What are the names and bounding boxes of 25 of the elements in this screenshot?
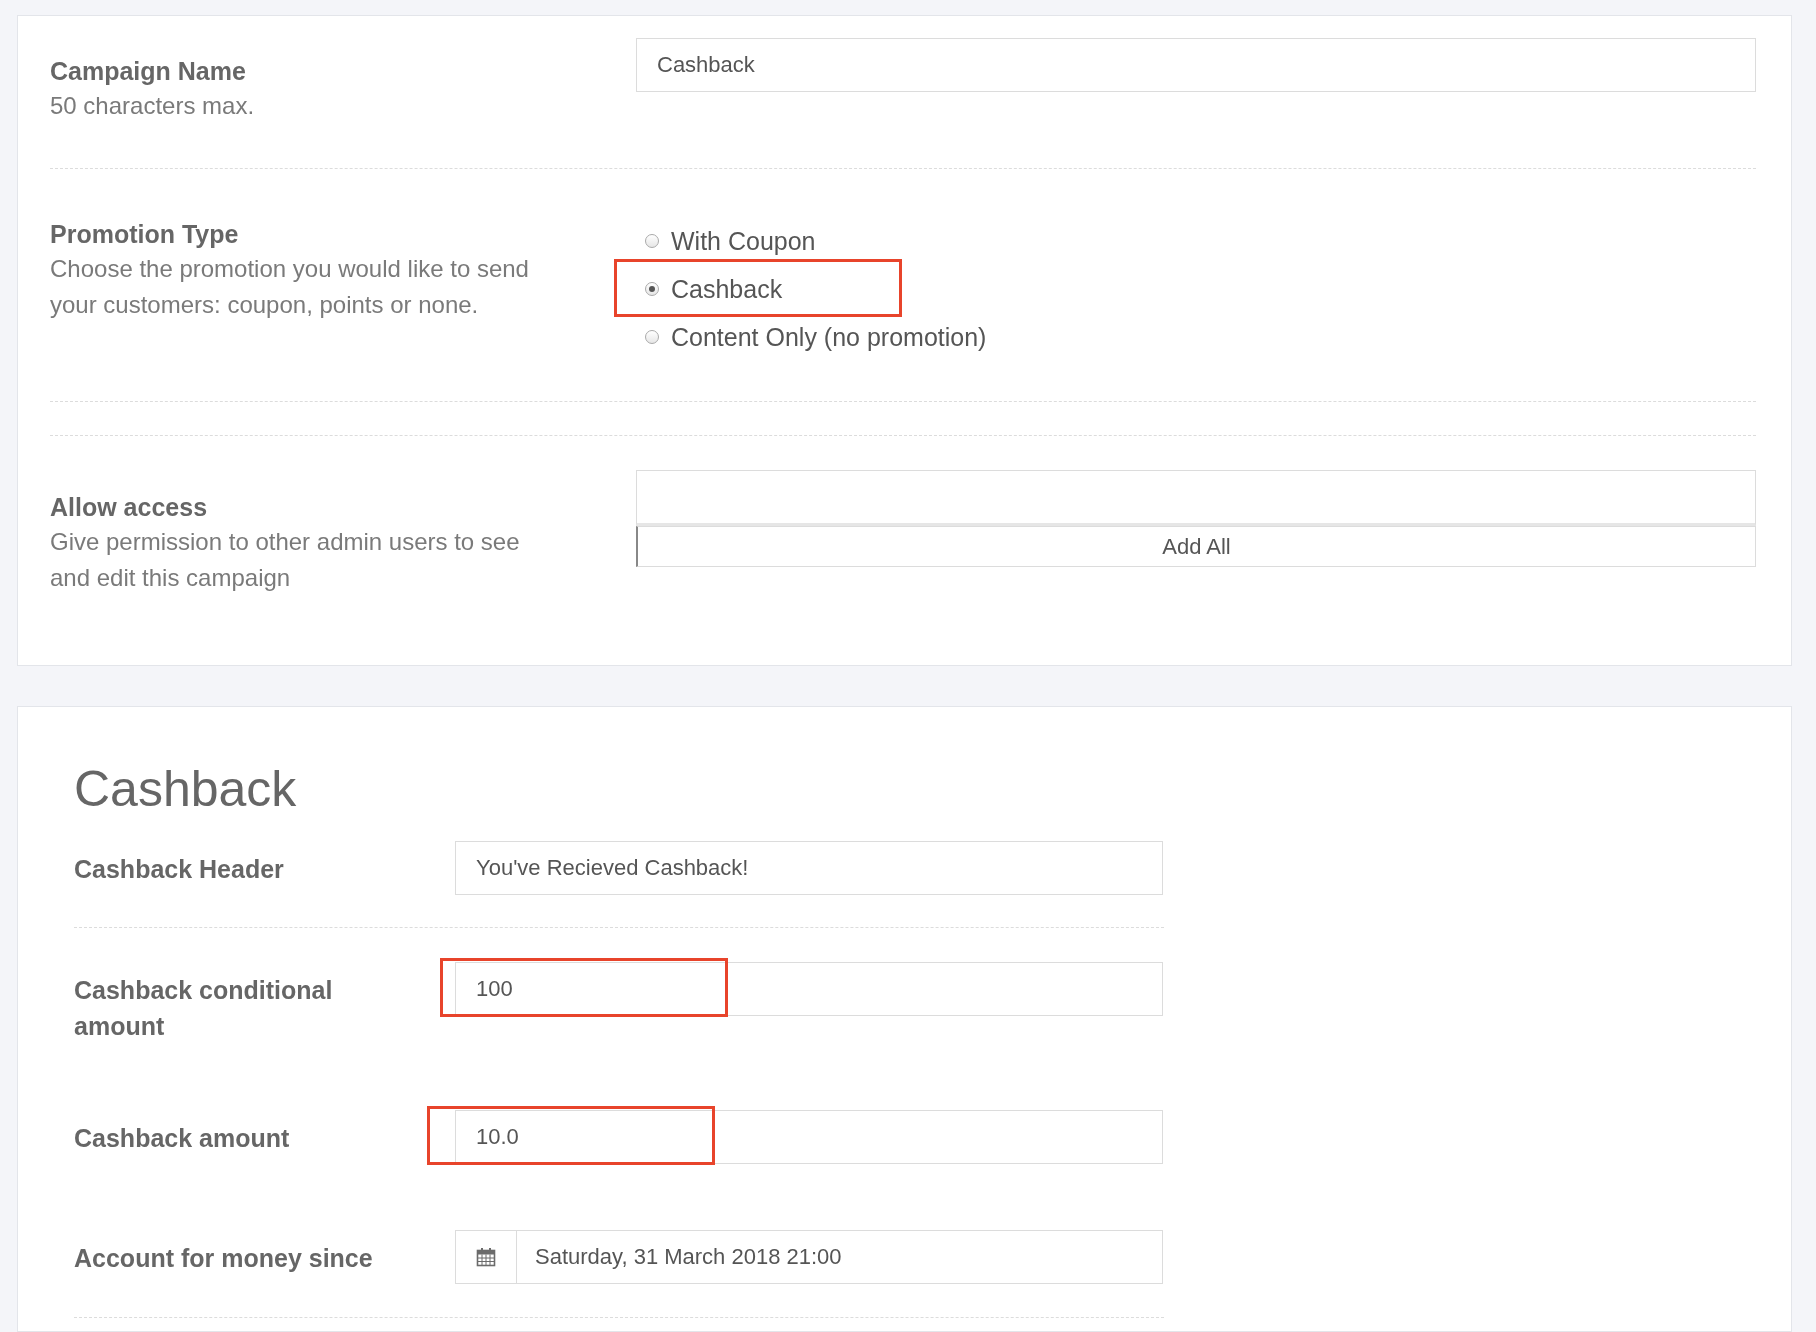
date-value: Saturday, 31 March 2018 21:00 <box>534 1243 842 1271</box>
radio-button[interactable] <box>645 234 659 248</box>
help-text: Choose the promotion you would like to send your customers: coupon, points or none. <box>50 254 530 320</box>
field-label: Promotion Type <box>50 219 240 250</box>
text-field[interactable]: You've Recieved Cashback! <box>455 841 1163 895</box>
radio-button[interactable] <box>645 330 659 344</box>
section-heading: Cashback <box>74 760 298 819</box>
calendar-icon <box>476 1247 496 1267</box>
field-label: Account for money since <box>74 1243 374 1274</box>
radio-label[interactable]: Cashback <box>671 274 783 304</box>
field-label: Campaign Name <box>50 56 247 87</box>
field-label: Allow access <box>50 492 209 523</box>
radio-label[interactable]: Content Only (no promotion) <box>671 322 987 352</box>
field-label: Cashback conditional amount <box>74 975 334 1042</box>
help-text: Give permission to other admin users to see and edit this campaign <box>50 527 521 593</box>
radio-button[interactable] <box>645 282 659 296</box>
text-field[interactable]: 10.0 <box>455 1110 1163 1164</box>
text-field[interactable]: 100 <box>455 962 1163 1016</box>
date-field[interactable]: Saturday, 31 March 2018 21:00 <box>455 1230 1163 1284</box>
help-text: 50 characters max. <box>50 91 256 121</box>
field-label: Cashback amount <box>74 1123 291 1154</box>
text-field[interactable]: Cashback <box>636 38 1756 92</box>
field-label: Cashback Header <box>74 854 285 885</box>
add-all-button[interactable]: Add All <box>636 526 1756 567</box>
radio-label[interactable]: With Coupon <box>671 226 816 256</box>
